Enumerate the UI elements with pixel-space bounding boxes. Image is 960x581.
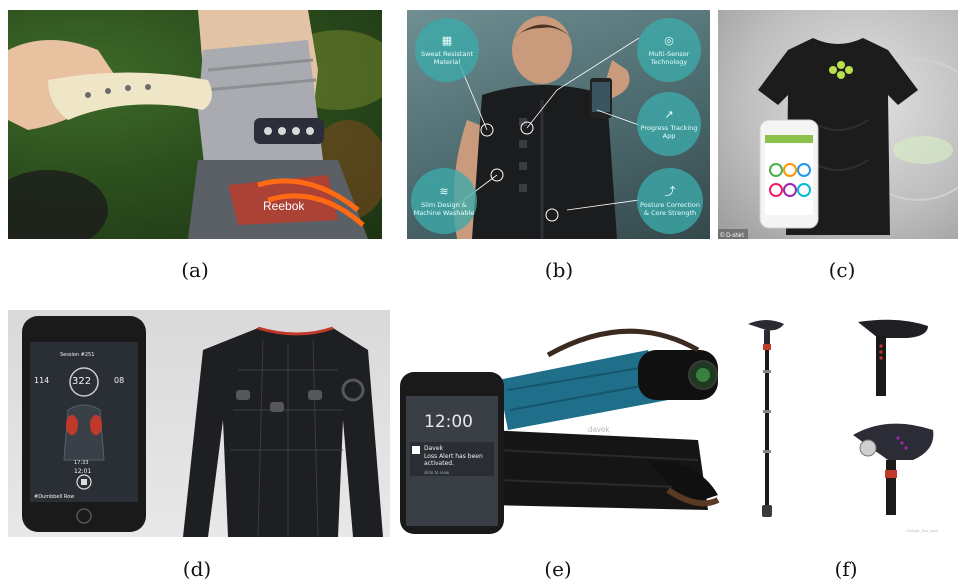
caption-e: (e) xyxy=(544,557,572,581)
caption-b: (b) xyxy=(544,258,574,282)
image-panel-a: Reebok xyxy=(8,10,382,239)
exercise-label: #Dumbbell Row xyxy=(34,494,75,500)
time-one: 17:33 xyxy=(74,460,89,466)
feature-bubble-app: ↗ Progress Tracking App xyxy=(637,92,701,156)
wash-icon: ≋ xyxy=(439,184,449,198)
feature-bubble-sensor: ◎ Multi-Sensor Technology xyxy=(637,18,701,82)
caption-a: (a) xyxy=(181,258,209,282)
session-label: Session #251 xyxy=(60,352,95,358)
watermark-text: ©Iclustr_find_spot xyxy=(906,528,939,533)
feature-bubble-washable: ≋ Slim Design & Machine Washable xyxy=(411,168,477,234)
notification-message: Loss Alert has been activated. xyxy=(424,453,483,468)
smart-shirt-photo: © D-shirt xyxy=(718,38,958,239)
notification-app: Davek xyxy=(424,445,444,452)
image-panel-c: © D-shirt xyxy=(718,10,958,239)
caption-f: (f) xyxy=(834,557,858,581)
lockscreen-clock: 12:00 xyxy=(424,412,473,432)
time-two: 12:01 xyxy=(74,468,92,475)
rep-count: 322 xyxy=(72,376,92,387)
smart-cane-photo: ©Iclustr_find_spot xyxy=(748,319,939,533)
posture-icon: ⤴ xyxy=(664,184,676,198)
left-stat: 114 xyxy=(34,376,50,385)
image-panel-e: davek 12:00 Davek Loss Alert has been ac… xyxy=(398,310,736,537)
caption-d: (d) xyxy=(182,557,212,581)
grid-icon: ▦ xyxy=(441,33,453,47)
feature-bubble-sweat: ▦ Sweat Resistant Material xyxy=(415,18,479,82)
chart-icon: ↗ xyxy=(664,107,674,121)
watermark-text: © D-shirt xyxy=(720,232,744,239)
image-panel-f: ©Iclustr_find_spot xyxy=(738,310,958,537)
feature-bubble-posture: ⤴ Posture Correction & Core Strength xyxy=(637,168,703,234)
caption-c: (c) xyxy=(828,258,856,282)
right-stat: 08 xyxy=(114,376,125,385)
sensor-icon: ◎ xyxy=(664,33,674,47)
image-panel-b: ▦ Sweat Resistant Material ◎ Multi-Senso… xyxy=(407,10,710,239)
notification-hint: slide to view xyxy=(424,470,450,475)
image-panel-d: Session #251 322 114 08 17:33 12:01 #Dum… xyxy=(8,310,390,537)
sensor-sock-photo: Reebok xyxy=(8,10,382,239)
training-shirt-photo xyxy=(22,316,383,537)
brand-text: davek xyxy=(588,425,610,434)
